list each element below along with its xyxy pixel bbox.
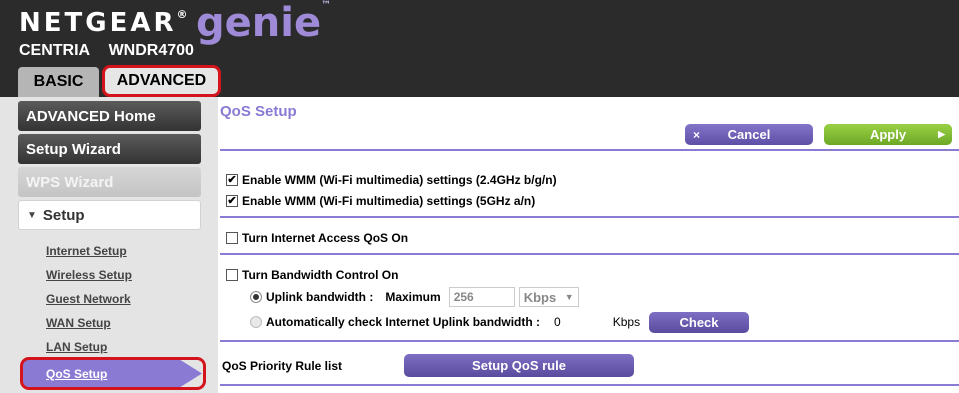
close-icon: × [693, 127, 701, 142]
model-info: CENTRIA WNDR4700 [19, 42, 208, 60]
sidebar-setup-wizard-button[interactable]: Setup Wizard [18, 134, 201, 164]
priority-list-row: QoS Priority Rule list [222, 359, 342, 373]
sidebar-setup-label: Setup [42, 206, 85, 224]
maximum-label: Maximum [385, 290, 441, 304]
internet-qos-checkbox[interactable] [226, 232, 238, 244]
header: NETGEAR® genie™ CENTRIA WNDR4700 BASIC A… [0, 0, 959, 97]
apply-button[interactable]: Apply ▶ [824, 124, 952, 145]
main-content: QoS Setup × Cancel Apply ▶ ✔ Enable WMM … [218, 97, 959, 393]
uplink-radio[interactable] [250, 291, 262, 303]
arrow-right-icon: ▶ [938, 129, 945, 139]
expand-arrow-icon: ▼ [27, 209, 37, 221]
cancel-label: Cancel [727, 127, 771, 142]
sidebar-item-lan-setup[interactable]: LAN Setup [46, 340, 107, 354]
uplink-row: Uplink bandwidth : Maximum 256 Kbps ▼ [250, 287, 579, 307]
tab-basic[interactable]: BASIC [18, 67, 99, 97]
bandwidth-control-row: Turn Bandwidth Control On [226, 268, 398, 282]
auto-check-value: 0 [554, 315, 561, 329]
wmm-24ghz-row: ✔ Enable WMM (Wi-Fi multimedia) settings… [226, 173, 557, 187]
wmm-24ghz-checkbox[interactable]: ✔ [226, 174, 238, 186]
registered-mark: ® [176, 8, 188, 21]
genie-logo: genie™ [196, 0, 331, 46]
cancel-button[interactable]: × Cancel [685, 124, 813, 145]
bandwidth-control-checkbox[interactable] [226, 269, 238, 281]
priority-list-label: QoS Priority Rule list [222, 359, 343, 373]
bandwidth-control-label: Turn Bandwidth Control On [242, 268, 399, 282]
sidebar-item-wireless-setup[interactable]: Wireless Setup [46, 268, 132, 282]
uplink-unit-select[interactable]: Kbps ▼ [518, 287, 579, 307]
auto-check-label: Automatically check Internet Uplink band… [266, 315, 541, 329]
auto-check-unit: Kbps [612, 315, 641, 329]
chevron-down-icon: ▼ [564, 292, 574, 302]
check-button[interactable]: Check [649, 312, 749, 333]
wmm-24ghz-label: Enable WMM (Wi-Fi multimedia) settings (… [242, 173, 557, 187]
auto-check-radio[interactable] [250, 316, 262, 328]
wmm-5ghz-label: Enable WMM (Wi-Fi multimedia) settings (… [242, 194, 536, 208]
divider [220, 216, 959, 218]
uplink-label: Uplink bandwidth : [266, 290, 374, 304]
sidebar-item-wan-setup[interactable]: WAN Setup [46, 316, 111, 330]
model-line1: CENTRIA [19, 42, 91, 59]
brand-text: NETGEAR [19, 8, 177, 38]
sidebar: ADVANCED Home Setup Wizard WPS Wizard ▼ … [0, 97, 218, 393]
setup-qos-rule-button[interactable]: Setup QoS rule [404, 354, 634, 377]
divider [220, 149, 959, 151]
tab-advanced[interactable]: ADVANCED [102, 65, 221, 97]
auto-check-row: Automatically check Internet Uplink band… [250, 315, 640, 329]
sidebar-wps-wizard-button[interactable]: WPS Wizard [18, 167, 201, 197]
sidebar-setup-section[interactable]: ▼ Setup [18, 200, 201, 230]
sidebar-item-internet-setup[interactable]: Internet Setup [46, 244, 127, 258]
wmm-5ghz-checkbox[interactable]: ✔ [226, 195, 238, 207]
page-title: QoS Setup [220, 103, 297, 120]
internet-qos-label: Turn Internet Access QoS On [242, 231, 409, 245]
trademark-mark: ™ [321, 0, 332, 11]
qos-highlight-outline [20, 357, 206, 390]
sidebar-advanced-home-button[interactable]: ADVANCED Home [18, 101, 201, 131]
divider [220, 384, 959, 386]
product-text: genie [196, 0, 322, 46]
netgear-logo: NETGEAR® [19, 8, 188, 38]
uplink-bandwidth-input[interactable]: 256 [448, 287, 515, 307]
internet-qos-row: Turn Internet Access QoS On [226, 231, 408, 245]
uplink-unit-value: Kbps [523, 289, 557, 305]
model-line2: WNDR4700 [108, 42, 194, 59]
divider [220, 340, 959, 342]
sidebar-item-guest-network[interactable]: Guest Network [46, 292, 131, 306]
wmm-5ghz-row: ✔ Enable WMM (Wi-Fi multimedia) settings… [226, 194, 535, 208]
divider [220, 253, 959, 255]
apply-label: Apply [869, 127, 907, 142]
